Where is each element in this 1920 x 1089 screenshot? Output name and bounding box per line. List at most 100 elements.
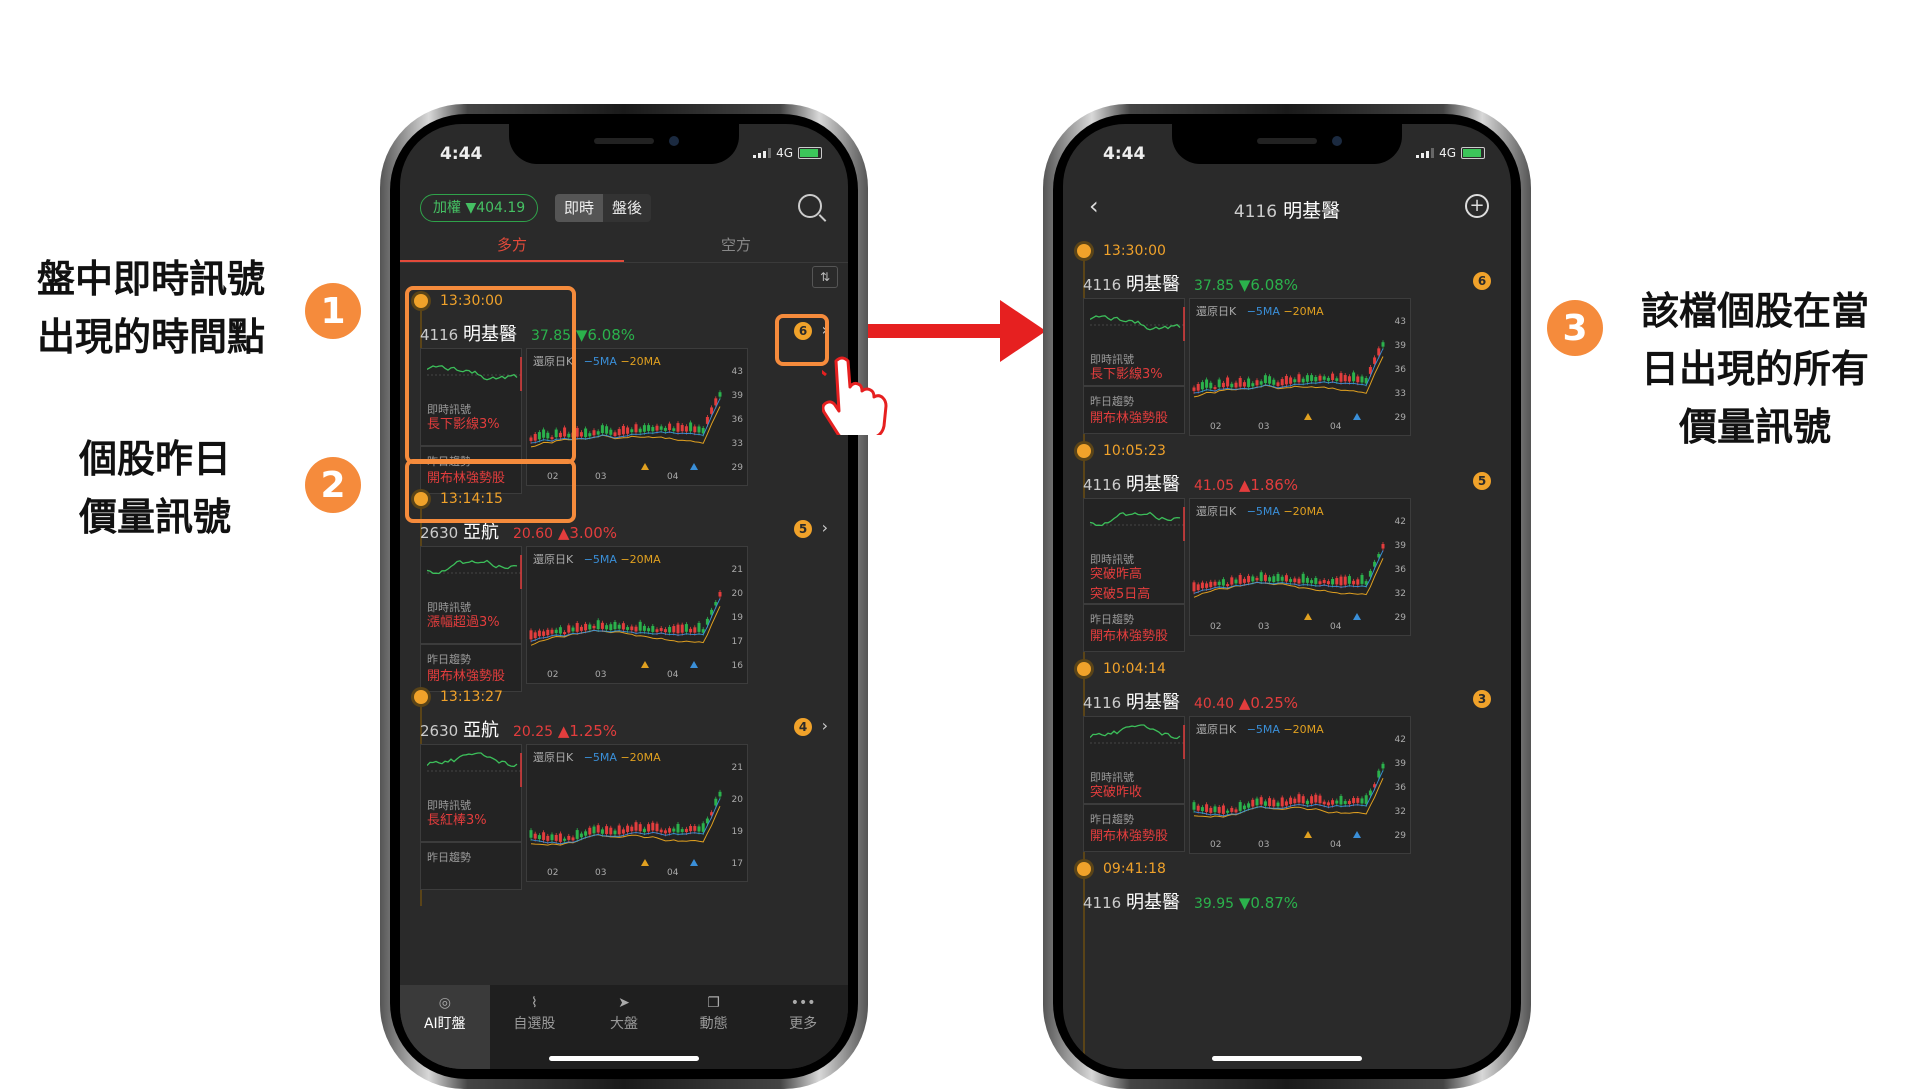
trend-box: 昨日趨勢 開布林強勢股	[1083, 604, 1185, 652]
live-signal-box: 即時訊號 突破昨收	[1083, 716, 1185, 804]
home-indicator	[1212, 1056, 1362, 1061]
signal-marker	[1352, 413, 1361, 420]
y-tick-label: 20	[731, 589, 743, 599]
add-icon[interactable]: +	[1465, 194, 1489, 218]
y-tick-label: 29	[1394, 413, 1406, 423]
y-tick-label: 17	[731, 859, 743, 869]
y-tick-label: 17	[731, 637, 743, 647]
signal-marker	[1352, 831, 1361, 838]
intraday-sparkline	[1090, 724, 1185, 759]
stock-name: 明基醫	[1125, 692, 1180, 713]
live-signal-box: 即時訊號 突破昨高 突破5日高	[1083, 498, 1185, 604]
stock-line: 2630 亞航 20.25 ▲1.25%	[420, 716, 617, 742]
title-name: 明基醫	[1283, 200, 1341, 222]
y-tick-label: 29	[1394, 831, 1406, 841]
live-signal-text: 長紅棒3%	[427, 813, 487, 828]
candlestick-plot	[529, 789, 722, 846]
tab-short[interactable]: 空方	[624, 228, 848, 262]
x-tick-label: 04	[667, 670, 679, 680]
nav-item-4[interactable]: ••• 更多	[758, 985, 848, 1069]
stock-change: ▼6.08%	[1238, 276, 1299, 294]
signal-icon	[753, 148, 772, 158]
live-signal-text: 漲幅超過3%	[427, 615, 500, 630]
trend-box: 昨日趨勢開布林強勢股	[1083, 804, 1185, 852]
chevron-right-icon[interactable]: ›	[822, 716, 828, 735]
signal-count-badge[interactable]: 6	[1473, 272, 1491, 290]
y-tick-label: 43	[731, 367, 743, 377]
kline-chart[interactable]: 還原日K −5MA −20MA 43 39 36 33 29 02 03 04	[1189, 298, 1411, 436]
trend-label: 昨日趨勢	[1090, 813, 1134, 826]
signal-count-badge[interactable]: 3	[1473, 690, 1491, 708]
stock-change: ▲1.25%	[557, 722, 618, 740]
chevron-right-icon[interactable]: ›	[822, 518, 828, 537]
annotation-badge-1: 1	[305, 283, 361, 339]
x-tick-label: 03	[1258, 840, 1270, 850]
stock-change: ▲0.25%	[1238, 694, 1299, 712]
intraday-sparkline	[1090, 307, 1185, 341]
copy-icon: ❐	[707, 995, 720, 1011]
signal-marker	[689, 859, 698, 866]
x-tick-label: 04	[667, 868, 679, 878]
annotation-label-1: 盤中即時訊號 出現的時間點	[36, 257, 265, 359]
nav-item-0[interactable]: ◎ AI盯盤	[400, 985, 490, 1069]
signal-count-badge[interactable]: 5	[794, 520, 812, 538]
stock-line: 4116 明基醫 41.05 ▲1.86%	[1083, 470, 1298, 496]
signal-marker	[689, 463, 698, 470]
live-signal-box: 即時訊號 漲幅超過3%	[420, 546, 522, 644]
kline-chart[interactable]: 還原日K −5MA −20MA 21 20 19 17 02 03 04	[526, 744, 748, 882]
chart-icon: ⌇	[530, 995, 538, 1011]
stock-line: 4116 明基醫 37.85 ▼6.08%	[1083, 270, 1298, 296]
right-phone: 4:44 4G ‹ 4116 明基醫 + 13:30:00 4116 明基醫 37.8…	[1043, 104, 1531, 1089]
x-tick-label: 03	[595, 670, 607, 680]
battery-icon	[798, 147, 822, 159]
highlight-time-signal	[405, 286, 576, 464]
y-tick-label: 42	[1394, 517, 1406, 527]
y-tick-label: 39	[1394, 759, 1406, 769]
filter-icon[interactable]: ⇅	[812, 266, 838, 288]
stock-code: 4116	[1083, 694, 1122, 712]
y-tick-label: 19	[731, 613, 743, 623]
kline-chart[interactable]: 還原日K −5MA −20MA 21 20 19 17 16 02 03 04	[526, 546, 748, 684]
stock-name: 亞航	[462, 522, 499, 543]
index-pill[interactable]: 加權 ▼404.19	[420, 194, 539, 222]
kline-chart[interactable]: 還原日K −5MA −20MA 42 39 36 32 29 02 03 04	[1189, 716, 1411, 854]
stock-change: ▲1.86%	[1238, 476, 1299, 494]
trend-text: 開布林強勢股	[1090, 829, 1169, 844]
stock-name: 明基醫	[1125, 474, 1180, 495]
search-icon[interactable]	[798, 194, 822, 218]
kline-chart[interactable]: 還原日K −5MA −20MA 42 39 36 32 29 02 03 04	[1189, 498, 1411, 636]
y-tick-label: 39	[1394, 341, 1406, 351]
stock-price: 37.85	[1193, 278, 1235, 294]
x-tick-label: 04	[1330, 840, 1342, 850]
x-tick-label: 02	[1210, 422, 1222, 432]
stock-name: 明基醫	[1125, 892, 1180, 913]
stock-code: 2630	[420, 524, 459, 542]
signal-marker	[641, 661, 650, 668]
intraday-sparkline	[1090, 507, 1185, 541]
signal-count-badge[interactable]: 5	[1473, 472, 1491, 490]
y-tick-label: 21	[731, 763, 743, 773]
x-tick-label: 03	[595, 472, 607, 482]
signal-marker	[641, 463, 650, 470]
x-tick-label: 03	[1258, 622, 1270, 632]
live-signal-text: 突破昨收	[1090, 785, 1143, 800]
timeline-dot	[1077, 244, 1091, 258]
x-tick-label: 04	[667, 472, 679, 482]
stock-change: ▼0.87%	[1238, 894, 1299, 912]
hand-pointer-icon	[822, 356, 888, 435]
y-tick-label: 39	[1394, 541, 1406, 551]
annotation-badge-2: 2	[305, 457, 361, 513]
stock-name: 亞航	[462, 720, 499, 741]
signal-count-badge[interactable]: 4	[794, 718, 812, 736]
y-tick-label: 36	[1394, 783, 1406, 793]
seg-live[interactable]: 即時	[555, 194, 604, 222]
trend-box: 昨日趨勢 開布林強勢股	[1083, 386, 1185, 434]
y-tick-label: 39	[731, 391, 743, 401]
live-signal-text: 長下影線3%	[1090, 367, 1163, 382]
stock-code: 4116	[1083, 276, 1122, 294]
trend-label: 昨日趨勢	[427, 653, 471, 666]
trend-text: 開布林強勢股	[427, 669, 506, 684]
tab-long[interactable]: 多方	[400, 228, 624, 262]
seg-after[interactable]: 盤後	[603, 194, 652, 222]
signal-time: 13:13:27	[440, 689, 503, 705]
